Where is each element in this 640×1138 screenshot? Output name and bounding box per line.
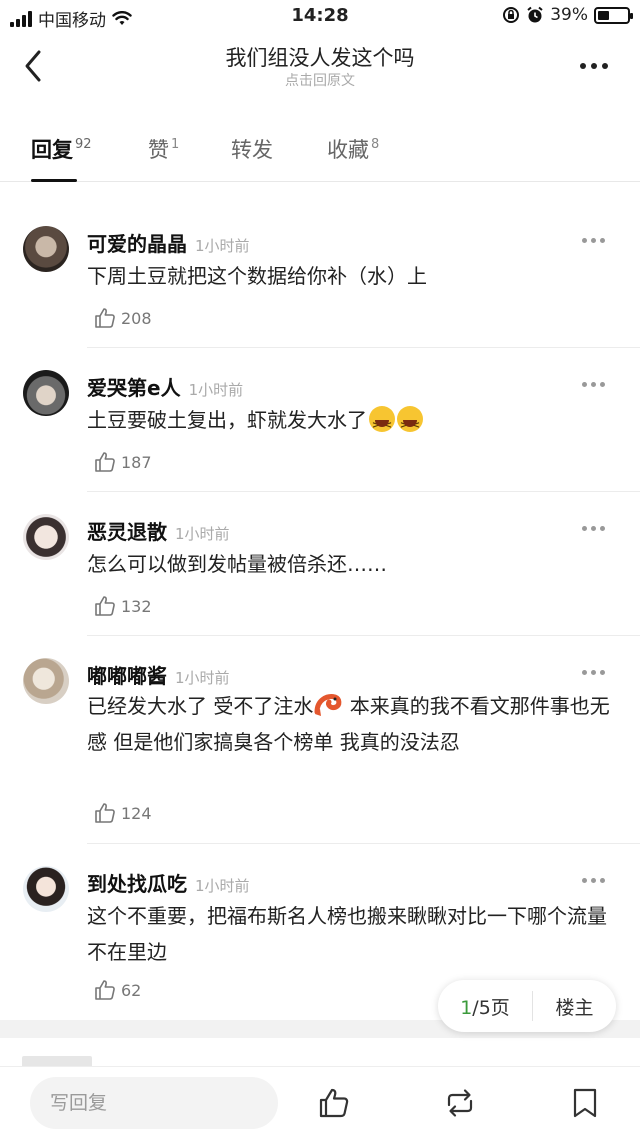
comment-text-container: 已经发大水了 受不了注水 本来真的我不看文那件事也无感 但是他们家搞臭各个榜单 … (87, 688, 617, 760)
reply-input[interactable] (30, 1077, 278, 1129)
like-button[interactable]: 187 (93, 450, 152, 474)
comment-author[interactable]: 嘟嘟嘟酱 1小时前 (87, 660, 230, 689)
comment-more-icon[interactable] (578, 520, 608, 536)
battery-fill (598, 10, 609, 20)
tab-favorites-label: 收藏 (327, 138, 369, 162)
comment-text: 下周土豆就把这个数据给你补（水）上 (87, 264, 427, 288)
thumbs-up-icon (95, 308, 115, 328)
tab-reposts[interactable]: 转发 (231, 134, 273, 164)
like-button[interactable]: 62 (93, 978, 141, 1002)
back-to-original-link[interactable]: 点击回原文 (0, 70, 640, 90)
tab-bar: 回复 92 赞1 转发 收藏 8 (0, 120, 640, 182)
current-page: 1 (460, 996, 473, 1019)
nav-bar: 我们组没人发这个吗 点击回原文 (0, 36, 640, 96)
comment-time: 1小时前 (188, 381, 244, 399)
comment-more-icon[interactable] (578, 232, 608, 248)
active-tab-indicator (31, 179, 77, 182)
repost-icon[interactable] (442, 1085, 478, 1121)
comment-more-icon[interactable] (578, 376, 608, 392)
avatar[interactable] (23, 866, 69, 912)
author-name: 到处找瓜吃 (87, 872, 187, 896)
like-button[interactable]: 124 (93, 801, 152, 825)
comment-author[interactable]: 恶灵退散 1小时前 (87, 516, 230, 545)
like-button[interactable]: 132 (93, 594, 152, 618)
tab-likes[interactable]: 赞1 (148, 134, 179, 164)
like-count: 62 (121, 980, 142, 1000)
orientation-lock-icon (503, 7, 520, 23)
status-right: 39% (502, 5, 633, 25)
tab-likes-label: 赞 (148, 138, 169, 162)
comment-text: 这个不重要，把福布斯名人榜也搬来瞅瞅对比一下哪个流量不在里边 (87, 904, 607, 964)
laughing-emoji-icon (397, 406, 423, 444)
bottom-bar (0, 1066, 640, 1138)
thumbs-up-icon (95, 596, 115, 616)
next-comment-partial (0, 1038, 640, 1068)
comment-text-container: 土豆要破土复出，虾就发大水了 (87, 402, 617, 444)
like-count: 124 (121, 803, 152, 823)
thumbs-up-icon[interactable] (316, 1085, 352, 1121)
author-name: 嘟嘟嘟酱 (87, 664, 167, 688)
shrimp-emoji-icon (314, 694, 342, 716)
page-selector[interactable]: 1/5页 (438, 993, 532, 1020)
more-options-icon[interactable] (576, 54, 612, 78)
comment-author[interactable]: 爱哭第e人 1小时前 (87, 372, 243, 401)
avatar[interactable] (23, 226, 69, 272)
like-count: 208 (121, 308, 152, 328)
tab-favorites-count: 8 (371, 137, 380, 152)
author-name: 恶灵退散 (87, 520, 167, 544)
total-pages: /5页 (472, 996, 510, 1019)
battery-percent: 39% (550, 5, 588, 25)
comment-author[interactable]: 到处找瓜吃 1小时前 (87, 868, 250, 897)
tab-replies[interactable]: 回复 92 (31, 134, 92, 164)
comment-author[interactable]: 可爱的晶晶 1小时前 (87, 228, 250, 257)
comment-more-icon[interactable] (578, 872, 608, 888)
bookmark-icon[interactable] (567, 1085, 603, 1121)
avatar[interactable] (23, 514, 69, 560)
divider (87, 635, 640, 636)
avatar[interactable] (23, 658, 69, 704)
divider (87, 843, 640, 844)
page-title[interactable]: 我们组没人发这个吗 (0, 42, 640, 72)
tab-likes-count: 1 (171, 137, 180, 152)
pagination-pill: 1/5页 楼主 (438, 980, 616, 1032)
author-name: 爱哭第e人 (87, 376, 181, 400)
alarm-icon (527, 6, 543, 23)
tab-favorites[interactable]: 收藏 8 (327, 134, 379, 164)
comment-time: 1小时前 (175, 525, 230, 543)
tab-reposts-label: 转发 (231, 138, 273, 162)
comment-text: 已经发大水了 受不了注水 (87, 694, 314, 718)
thumbs-up-icon (95, 452, 115, 472)
thumbs-up-icon (95, 803, 115, 823)
comment-text: 怎么可以做到发帖量被倍杀还…… (87, 552, 387, 576)
tab-replies-label: 回复 (31, 138, 73, 162)
tab-replies-count: 92 (75, 137, 92, 152)
thumbs-up-icon (95, 980, 115, 1000)
status-bar: 中国移动 14:28 39% (0, 0, 640, 34)
comment-time: 1小时前 (195, 877, 250, 895)
only-op-button[interactable]: 楼主 (533, 993, 616, 1020)
like-count: 132 (121, 596, 152, 616)
divider (87, 347, 640, 348)
like-button[interactable]: 208 (93, 306, 152, 330)
comment-text: 土豆要破土复出，虾就发大水了 (87, 408, 367, 432)
comment-time: 1小时前 (195, 237, 250, 255)
divider (87, 491, 640, 492)
avatar[interactable] (23, 370, 69, 416)
comment-time: 1小时前 (175, 669, 230, 687)
comment-more-icon[interactable] (578, 664, 608, 680)
battery-icon (594, 6, 633, 24)
author-name: 可爱的晶晶 (87, 232, 187, 256)
like-count: 187 (121, 452, 152, 472)
laughing-emoji-icon (369, 406, 395, 444)
